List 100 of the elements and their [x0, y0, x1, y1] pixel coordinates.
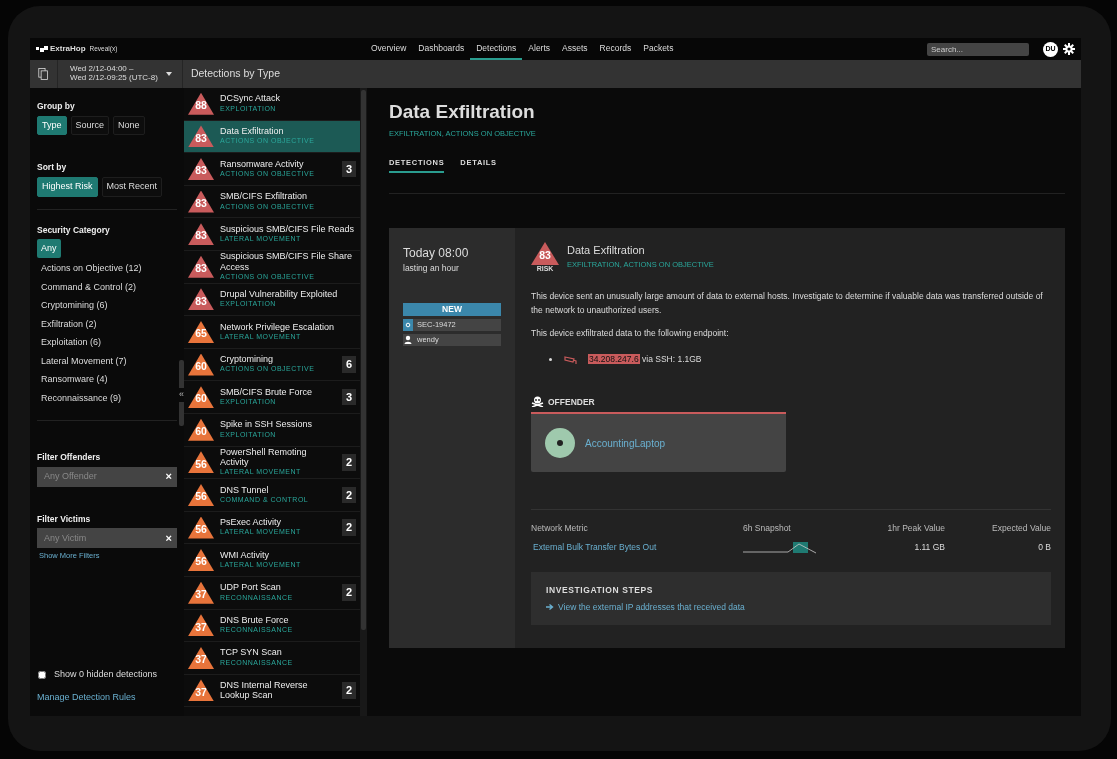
filter-label: Security Category: [37, 223, 111, 237]
column-header: Network Metric: [531, 522, 589, 536]
count-badge: 2: [341, 519, 356, 536]
category-option[interactable]: Exploitation (6): [37, 333, 106, 353]
nav-tab[interactable]: Overview: [364, 38, 413, 60]
detail-title: Data Exfiltration: [389, 100, 536, 124]
column-header: Expected Value: [991, 522, 1051, 536]
risk-badge: 83: [188, 125, 214, 148]
clear-button[interactable]: ×: [165, 530, 172, 547]
filter-label: Sort by: [37, 161, 68, 174]
offender-filter-field[interactable]: Any Offender ×: [37, 466, 177, 487]
risk-badge: 83: [188, 288, 214, 311]
skull-icon: [531, 396, 544, 408]
status-badge: NEW: [403, 302, 501, 316]
hidden-detections-checkbox[interactable]: [38, 670, 46, 679]
risk-badge: 56: [188, 483, 214, 506]
time-range-selector[interactable]: Wed 2/12-04:00 – Wed 2/12-09:25 (UTC-8): [70, 65, 172, 83]
filter-option[interactable]: None: [113, 115, 145, 136]
risk-badge: 60: [188, 418, 214, 441]
risk-badge: 83: [188, 190, 214, 213]
detection-name: DNS Internal Reverse Lookup Scan: [220, 680, 309, 701]
category-option[interactable]: Cryptomining (6): [37, 296, 112, 316]
ticket-icon: [403, 318, 413, 331]
filter-label: Group by: [37, 100, 76, 113]
detection-description: This device sent an unusually large amount of data to external hosts. Investigate to determine if valuable data was transferred outside of the network to unauthorized users.: [531, 290, 1044, 317]
nav-tab[interactable]: Dashboards: [412, 38, 471, 60]
risk-badge: 37: [188, 581, 214, 604]
detection-name: Network Privilege Escalation: [220, 321, 335, 332]
filter-option[interactable]: Highest Risk: [37, 177, 98, 197]
category-option[interactable]: Command & Control (2): [37, 278, 141, 297]
filter-option[interactable]: Most Recent: [101, 177, 163, 197]
page-title: Detections by Type: [189, 66, 280, 82]
detection-name: PsExec Activity: [220, 517, 283, 528]
victim-filter-field[interactable]: Any Victim ×: [37, 528, 177, 549]
risk-badge: 56: [188, 516, 214, 539]
detection-name: WMI Activity: [220, 549, 270, 561]
offender-card[interactable]: AccountingLaptop: [531, 412, 786, 473]
metric-link[interactable]: External Bulk Transfer Bytes Out: [533, 541, 743, 554]
detection-name: DNS Brute Force: [220, 614, 290, 626]
filter-label: Filter Victims: [37, 512, 92, 526]
risk-badge: 83: [188, 255, 214, 278]
risk-badge: 60: [188, 386, 214, 409]
search-field[interactable]: Search...: [927, 42, 1029, 56]
detection-title: Data Exfiltration: [567, 243, 646, 258]
document-icon: [38, 66, 49, 82]
risk-badge: 37: [188, 646, 214, 669]
category-option[interactable]: Any: [37, 239, 61, 258]
count-badge: 3: [341, 160, 356, 178]
expected-value: 0 B: [1037, 541, 1051, 554]
checkbox-label: Show 0 hidden detections: [54, 668, 158, 681]
risk-badge: 83: [188, 223, 214, 246]
detection-time: Today 08:00: [403, 245, 470, 262]
nav-tab[interactable]: Packets: [637, 38, 680, 60]
risk-badge: 37: [188, 679, 214, 702]
endpoint-intro: This device exfiltrated data to the following endpoint:: [531, 327, 730, 341]
nav-tab[interactable]: Records: [593, 38, 638, 60]
time-range-text: Wed 2/12-09:25 (UTC-8): [70, 74, 158, 83]
time-range-text: Wed 2/12-04:00 –: [70, 65, 135, 74]
offender-name[interactable]: AccountingLaptop: [585, 435, 666, 451]
investigation-step-link[interactable]: View the external IP addresses that received data: [558, 600, 745, 614]
category-option[interactable]: Reconnaissance (9): [37, 389, 126, 408]
detection-name: DCSync Attack: [220, 93, 281, 104]
detection-name: DNS Tunnel: [220, 484, 270, 495]
detection-name: Spike in SSH Sessions: [220, 419, 313, 430]
detection-name: Data Exfiltration: [220, 125, 285, 137]
offender-label: OFFENDER: [548, 395, 595, 409]
settings-icon: [1063, 43, 1075, 55]
endpoint-text: 34.208.247.6 via SSH: 1.1GB: [588, 352, 702, 366]
filter-option[interactable]: Source: [70, 115, 110, 136]
detection-name: Suspicious SMB/CIFS File Share Access: [220, 251, 354, 272]
bullet-mark: [549, 357, 552, 361]
detection-duration: lasting an hour: [403, 262, 460, 275]
detection-name: Suspicious SMB/CIFS File Reads: [220, 223, 355, 235]
arrow-icon: [546, 602, 554, 611]
scrollbar[interactable]: [361, 90, 366, 630]
nav-tab[interactable]: Alerts: [522, 38, 557, 60]
category-option[interactable]: Lateral Movement (7): [37, 352, 131, 371]
filter-option[interactable]: Type: [37, 115, 67, 136]
filter-label: Filter Offenders: [37, 450, 102, 464]
column-header: 1hr Peak Value: [886, 522, 945, 536]
nav-tab[interactable]: Assets: [556, 38, 594, 60]
category-option[interactable]: Actions on Objective (12): [37, 259, 146, 279]
risk-badge: 88: [188, 92, 214, 115]
user-icon: [403, 333, 413, 346]
clear-button[interactable]: ×: [165, 468, 172, 485]
logo-icon: [36, 45, 48, 53]
category-option[interactable]: Exfiltration (2): [37, 315, 101, 334]
risk-badge: 56: [188, 549, 214, 572]
manage-rules-link[interactable]: Manage Detection Rules: [37, 690, 177, 704]
risk-badge: 83: [531, 242, 559, 265]
detection-name: TCP SYN Scan: [220, 647, 283, 658]
brand-name: ExtraHop: [50, 43, 86, 55]
count-badge: 2: [341, 682, 356, 699]
detection-name: SMB/CIFS Brute Force: [220, 386, 313, 398]
detection-name: Drupal Vulnerability Exploited: [220, 288, 338, 300]
collapse-toggle[interactable]: «: [179, 388, 184, 402]
category-option[interactable]: Ransomware (4): [37, 370, 112, 390]
detection-list-item[interactable]: 37 DNS Internal Reverse Lookup Scan 2: [184, 674, 360, 708]
detection-name: Cryptomining: [220, 354, 275, 365]
detection-name: SMB/CIFS Exfiltration: [220, 191, 309, 202]
